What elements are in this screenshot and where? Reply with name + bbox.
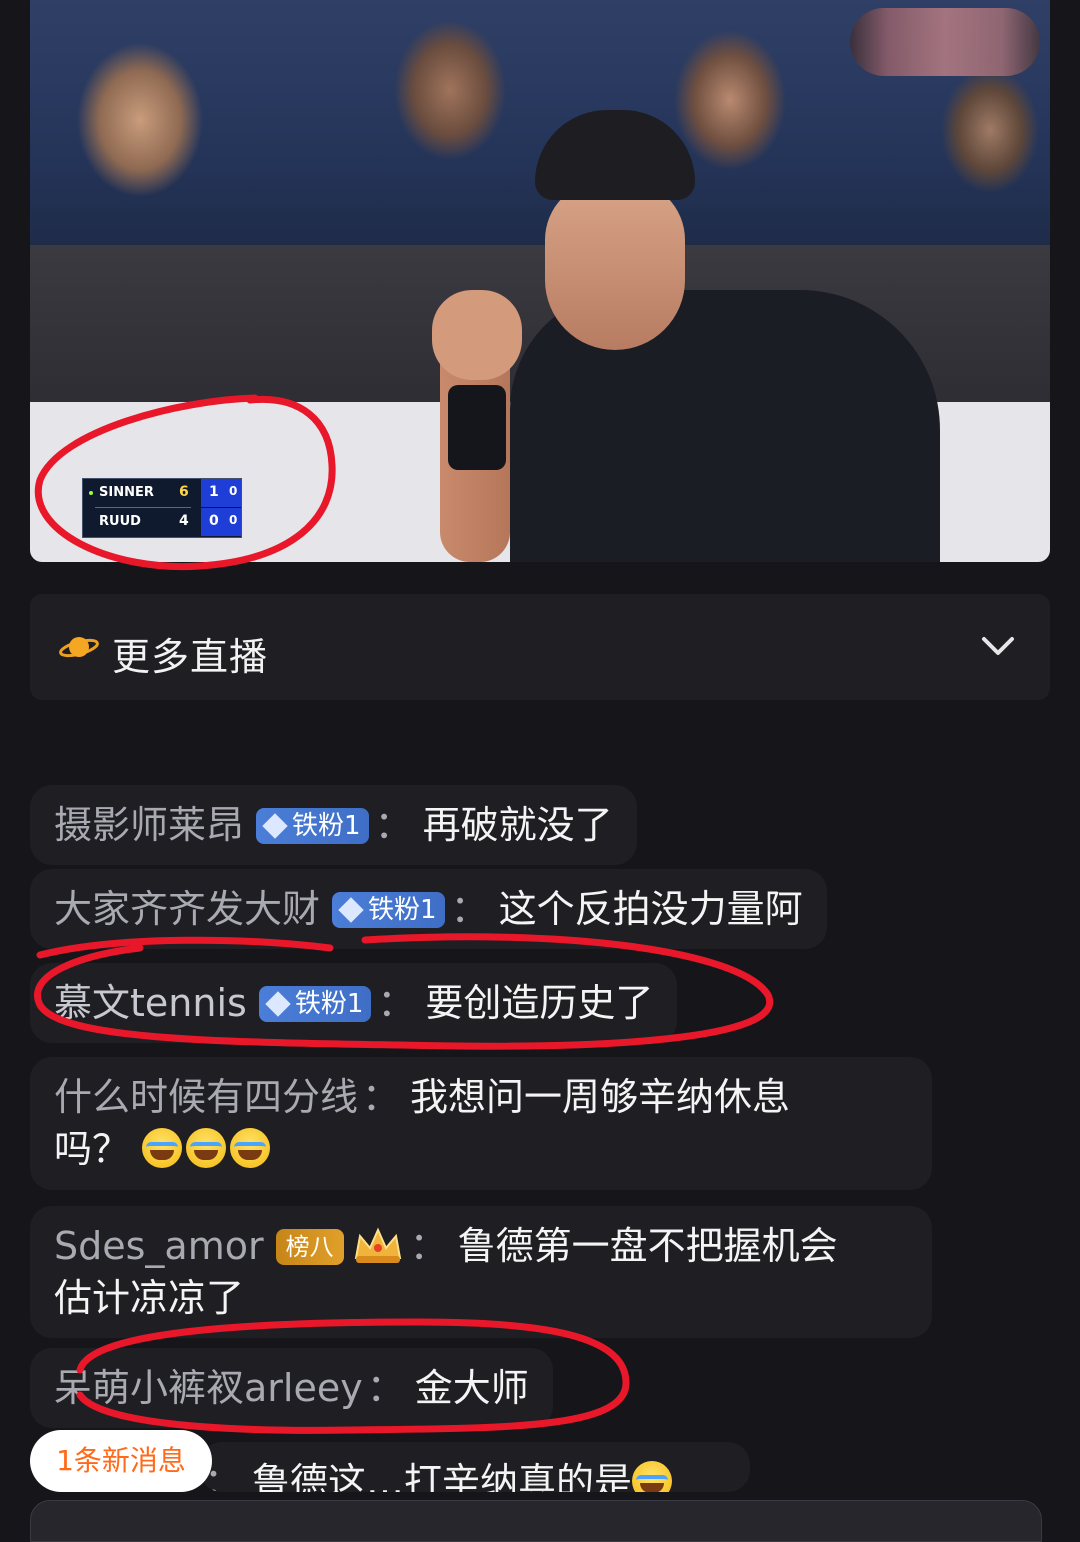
chat-text: 要创造历史了 — [425, 981, 654, 1025]
chat-message-partial[interactable]: ：鲁德这…打辛纳真的是 — [200, 1442, 750, 1492]
set2-score: 1 — [209, 484, 219, 500]
laugh-cry-emoji-icon — [230, 1127, 271, 1168]
chat-username[interactable]: 摄影师莱昂 — [54, 803, 244, 847]
chevron-down-icon[interactable] — [980, 634, 1016, 658]
chat-text: 金大师 — [414, 1366, 529, 1410]
chat-text: 这个反拍没力量阿 — [498, 887, 803, 931]
chat-message[interactable]: 呆萌小裤衩arleey：金大师 — [30, 1348, 553, 1428]
more-live-dropdown[interactable]: 更多直播 — [30, 594, 1050, 700]
new-message-pill[interactable]: 1条新消息 — [30, 1430, 212, 1492]
scoreboard-row-1: SINNER 6 1 0 — [83, 479, 241, 507]
chat-message[interactable]: 什么时候有四分线：我想问一周够辛纳休息 吗？ — [30, 1057, 932, 1190]
chat-input-bar[interactable] — [30, 1500, 1042, 1542]
planet-icon — [59, 637, 99, 658]
chat-text: 我想问一周够辛纳休息 — [410, 1075, 791, 1119]
fan-badge: 铁粉1 — [258, 985, 372, 1022]
chat-message[interactable]: Sdes_amor 榜八 ：鲁德第一盘不把握机会 估计凉凉了 — [30, 1206, 932, 1338]
chat-text: 鲁德这…打辛纳真的是 — [252, 1460, 633, 1492]
game-score: 0 — [229, 484, 238, 498]
chat-message[interactable]: 大家齐齐发大财 铁粉1：这个反拍没力量阿 — [30, 869, 827, 949]
scoreboard: SINNER 6 1 0 RUUD 4 0 0 — [82, 478, 242, 538]
fan-badge: 铁粉1 — [332, 891, 445, 928]
rank-badge: 榜八 — [275, 1228, 344, 1265]
game-score: 0 — [229, 513, 238, 527]
diamond-icon — [265, 991, 291, 1017]
chat-message[interactable]: 摄影师莱昂 铁粉1：再破就没了 — [30, 785, 637, 865]
tennis-player-image — [420, 110, 940, 562]
player-name: SINNER — [99, 485, 154, 500]
chat-username[interactable]: Sdes_amor — [54, 1224, 264, 1268]
chat-text-continued: 估计凉凉了 — [54, 1276, 245, 1320]
more-live-label: 更多直播 — [112, 635, 269, 679]
player-name: RUUD — [99, 514, 141, 529]
chat-username[interactable]: 大家齐齐发大财 — [54, 887, 320, 931]
set1-score: 4 — [179, 513, 189, 529]
live-video-player[interactable]: SINNER 6 1 0 RUUD 4 0 0 — [30, 0, 1050, 562]
crown-icon — [354, 1227, 401, 1263]
laugh-cry-emoji-icon — [632, 1460, 673, 1492]
laugh-cry-emoji-icon — [186, 1127, 227, 1168]
blurred-watermark — [850, 8, 1040, 76]
scoreboard-row-2: RUUD 4 0 0 — [83, 508, 241, 536]
fan-badge: 铁粉1 — [256, 807, 369, 844]
set2-score: 0 — [209, 513, 219, 529]
chat-username[interactable]: 慕文tennis — [54, 981, 247, 1025]
diamond-icon — [338, 897, 364, 923]
chat-username[interactable]: 什么时候有四分线 — [54, 1075, 358, 1119]
diamond-icon — [262, 813, 288, 839]
chat-text-continued: 吗？ — [54, 1127, 131, 1171]
serving-indicator-icon — [89, 491, 93, 495]
set1-score: 6 — [179, 484, 189, 500]
chat-message[interactable]: 慕文tennis 铁粉1：要创造历史了 — [30, 963, 678, 1043]
chat-text: 鲁德第一盘不把握机会 — [457, 1224, 838, 1268]
chat-text: 再破就没了 — [422, 803, 613, 847]
laugh-cry-emoji-icon — [142, 1127, 183, 1168]
chat-username[interactable]: 呆萌小裤衩arleey — [54, 1366, 363, 1410]
